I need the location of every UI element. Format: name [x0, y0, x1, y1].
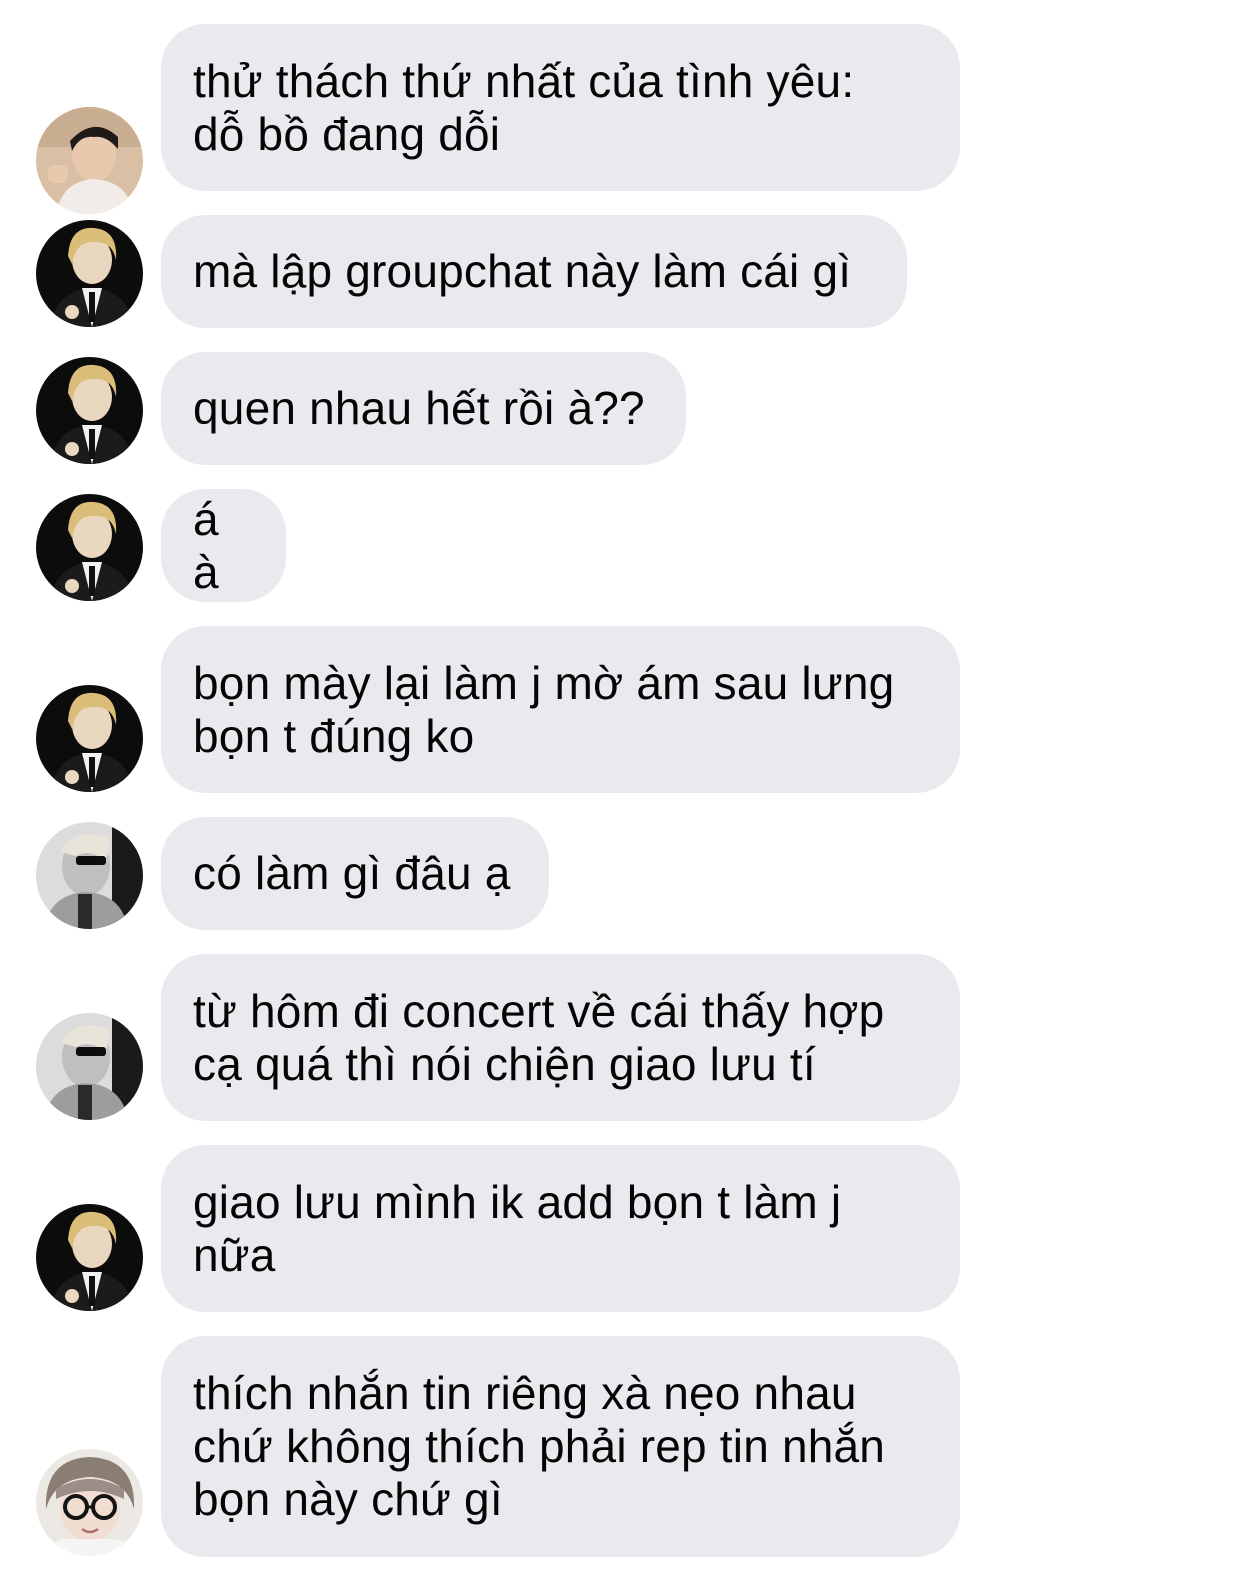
avatar-sunglasses-blur-image — [36, 822, 143, 929]
message-bubble[interactable]: quen nhau hết rồi à?? — [161, 352, 686, 465]
avatar-blonde-suit-image — [36, 357, 143, 464]
avatar-beach-boy-image — [36, 107, 143, 214]
message-text: từ hôm đi concert về cái thấy hợp cạ quá… — [193, 984, 885, 1090]
message-text: bọn mày lại làm j mờ ám sau lưng bọn t đ… — [193, 656, 895, 762]
avatar-blonde-suit[interactable] — [36, 494, 143, 601]
avatar-sunglasses-blur[interactable] — [36, 1013, 143, 1120]
avatar-blonde-suit-image — [36, 220, 143, 327]
message-bubble[interactable]: giao lưu mình ik add bọn t làm j nữa — [161, 1145, 960, 1312]
avatar-blonde-suit-image — [36, 1204, 143, 1311]
message-row: mà lập groupchat này làm cái gì — [0, 215, 1242, 328]
message-text: mà lập groupchat này làm cái gì — [193, 245, 852, 297]
message-bubble[interactable]: thích nhắn tin riêng xà nẹo nhau chứ khô… — [161, 1336, 960, 1557]
message-text: giao lưu mình ik add bọn t làm j nữa — [193, 1175, 842, 1281]
message-bubble[interactable]: có làm gì đâu ạ — [161, 817, 549, 930]
avatar-glasses-girl[interactable] — [36, 1449, 143, 1556]
message-bubble[interactable]: bọn mày lại làm j mờ ám sau lưng bọn t đ… — [161, 626, 960, 793]
message-row: thích nhắn tin riêng xà nẹo nhau chứ khô… — [0, 1336, 1242, 1557]
avatar-blonde-suit-image — [36, 494, 143, 601]
avatar-glasses-girl-image — [36, 1449, 143, 1556]
avatar-blonde-suit[interactable] — [36, 1204, 143, 1311]
message-text: á à — [193, 492, 219, 598]
avatar-blonde-suit[interactable] — [36, 220, 143, 327]
avatar-blonde-suit[interactable] — [36, 685, 143, 792]
message-bubble[interactable]: thử thách thứ nhất của tình yêu: dỗ bồ đ… — [161, 24, 960, 191]
message-row: từ hôm đi concert về cái thấy hợp cạ quá… — [0, 954, 1242, 1121]
message-text: thử thách thứ nhất của tình yêu: dỗ bồ đ… — [193, 54, 855, 160]
message-bubble[interactable]: mà lập groupchat này làm cái gì — [161, 215, 907, 328]
message-text: quen nhau hết rồi à?? — [193, 382, 645, 434]
message-row: giao lưu mình ik add bọn t làm j nữa — [0, 1145, 1242, 1312]
message-row: bọn mày lại làm j mờ ám sau lưng bọn t đ… — [0, 626, 1242, 793]
avatar-blonde-suit-image — [36, 685, 143, 792]
avatar-sunglasses-blur[interactable] — [36, 822, 143, 929]
message-row: thử thách thứ nhất của tình yêu: dỗ bồ đ… — [0, 24, 1242, 214]
message-row: á à — [0, 489, 1242, 602]
avatar-blonde-suit[interactable] — [36, 357, 143, 464]
avatar-sunglasses-blur-image — [36, 1013, 143, 1120]
message-row: có làm gì đâu ạ — [0, 817, 1242, 930]
message-text: thích nhắn tin riêng xà nẹo nhau chứ khô… — [193, 1367, 886, 1525]
avatar-beach-boy[interactable] — [36, 107, 143, 214]
message-bubble[interactable]: á à — [161, 489, 286, 602]
message-row: quen nhau hết rồi à?? — [0, 352, 1242, 465]
message-text: có làm gì đâu ạ — [193, 847, 511, 899]
message-bubble[interactable]: từ hôm đi concert về cái thấy hợp cạ quá… — [161, 954, 960, 1121]
